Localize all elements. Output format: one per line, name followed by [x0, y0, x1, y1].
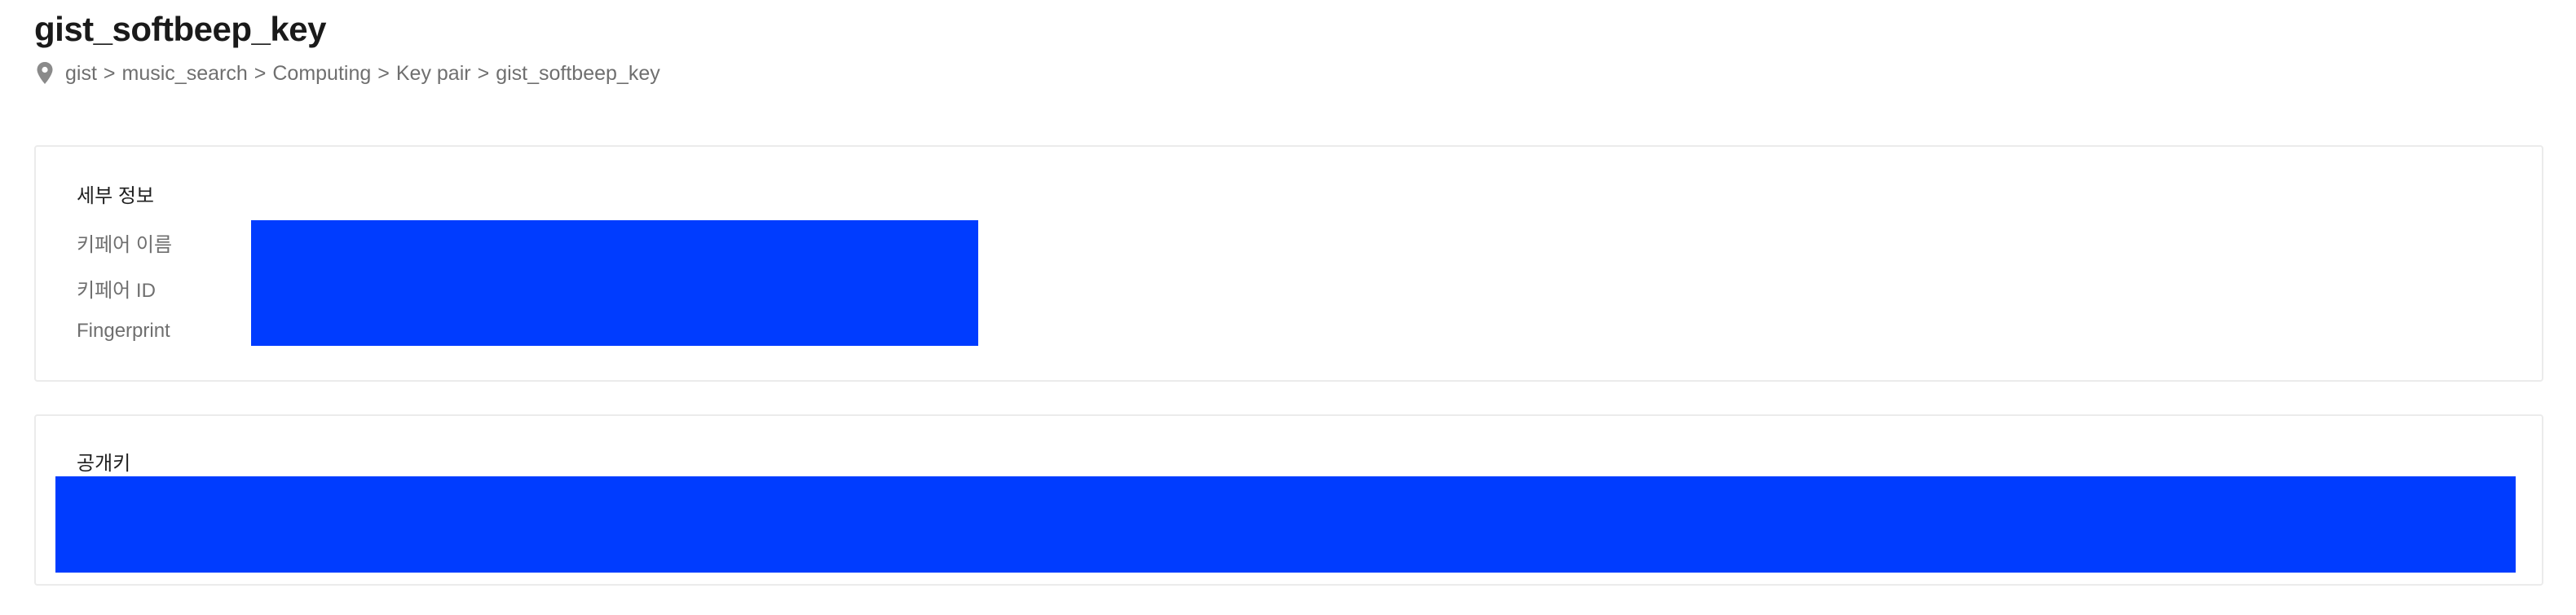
keypair-id-label: 키페어 ID — [77, 280, 156, 302]
breadcrumb-item-key-pair[interactable]: Key pair — [396, 62, 471, 86]
breadcrumb-separator: > — [377, 61, 390, 85]
redacted-details-values — [251, 220, 978, 346]
breadcrumb-item-gist[interactable]: gist — [65, 62, 97, 86]
breadcrumb-separator: > — [477, 61, 490, 85]
details-section-title: 세부 정보 — [77, 185, 154, 207]
details-card: 세부 정보 키페어 이름 키페어 ID Fingerprint — [34, 145, 2543, 382]
breadcrumb-item-computing[interactable]: Computing — [272, 62, 371, 86]
breadcrumb: gist > music_search > Computing > Key pa… — [36, 59, 660, 88]
redacted-public-key — [55, 476, 2516, 573]
page-title: gist_softbeep_key — [34, 10, 326, 48]
location-pin-icon — [36, 61, 54, 86]
breadcrumb-separator: > — [254, 61, 267, 85]
public-key-section-title: 공개키 — [77, 453, 131, 475]
public-key-card: 공개키 — [34, 414, 2543, 586]
breadcrumb-item-music-search[interactable]: music_search — [122, 62, 248, 86]
breadcrumb-separator: > — [103, 61, 116, 85]
keypair-name-label: 키페어 이름 — [77, 234, 173, 256]
breadcrumb-item-current: gist_softbeep_key — [496, 61, 660, 85]
fingerprint-label: Fingerprint — [77, 320, 170, 342]
